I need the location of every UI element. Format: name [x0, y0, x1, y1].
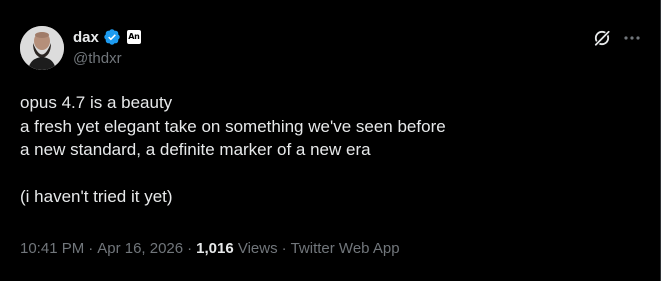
views-count[interactable]: 1,016	[196, 240, 234, 257]
meta-separator: ·	[281, 240, 287, 257]
tweet-date[interactable]: Apr 16, 2026	[97, 240, 183, 257]
tweet-text-line: a fresh yet elegant take on something we…	[20, 116, 446, 136]
tweet-text-line: opus 4.7 is a beauty	[20, 93, 173, 112]
tweet-source: Twitter Web App	[290, 240, 400, 257]
author-display-name[interactable]: dax	[73, 29, 99, 46]
tweet-meta: 10:41 PM · Apr 16, 2026 · 1,016 Views · Twitte…	[20, 240, 400, 257]
verified-badge-icon[interactable]	[103, 28, 121, 46]
author-handle[interactable]: @thdxr	[73, 50, 122, 67]
meta-separator: ·	[88, 240, 94, 257]
views-label: Views	[237, 240, 278, 257]
grok-icon[interactable]	[592, 28, 612, 48]
tweet-time[interactable]: 10:41 PM	[20, 240, 84, 257]
author-name-row: dax An	[73, 27, 141, 47]
tweet-text: opus 4.7 is a beauty a fresh yet elegant…	[20, 91, 640, 209]
meta-separator: ·	[187, 240, 193, 257]
tweet-text-line: (i haven't tried it yet)	[20, 187, 173, 206]
affiliate-label-badge[interactable]: An	[126, 30, 141, 44]
more-icon[interactable]	[622, 28, 642, 48]
avatar-bearded-man-icon	[20, 26, 64, 70]
tweet-text-line: a new standard, a definite marker of a n…	[20, 140, 371, 159]
avatar[interactable]	[20, 26, 64, 70]
tweet-card: dax An @thdxr opus 4.7 is a beauty a fre…	[0, 0, 661, 281]
